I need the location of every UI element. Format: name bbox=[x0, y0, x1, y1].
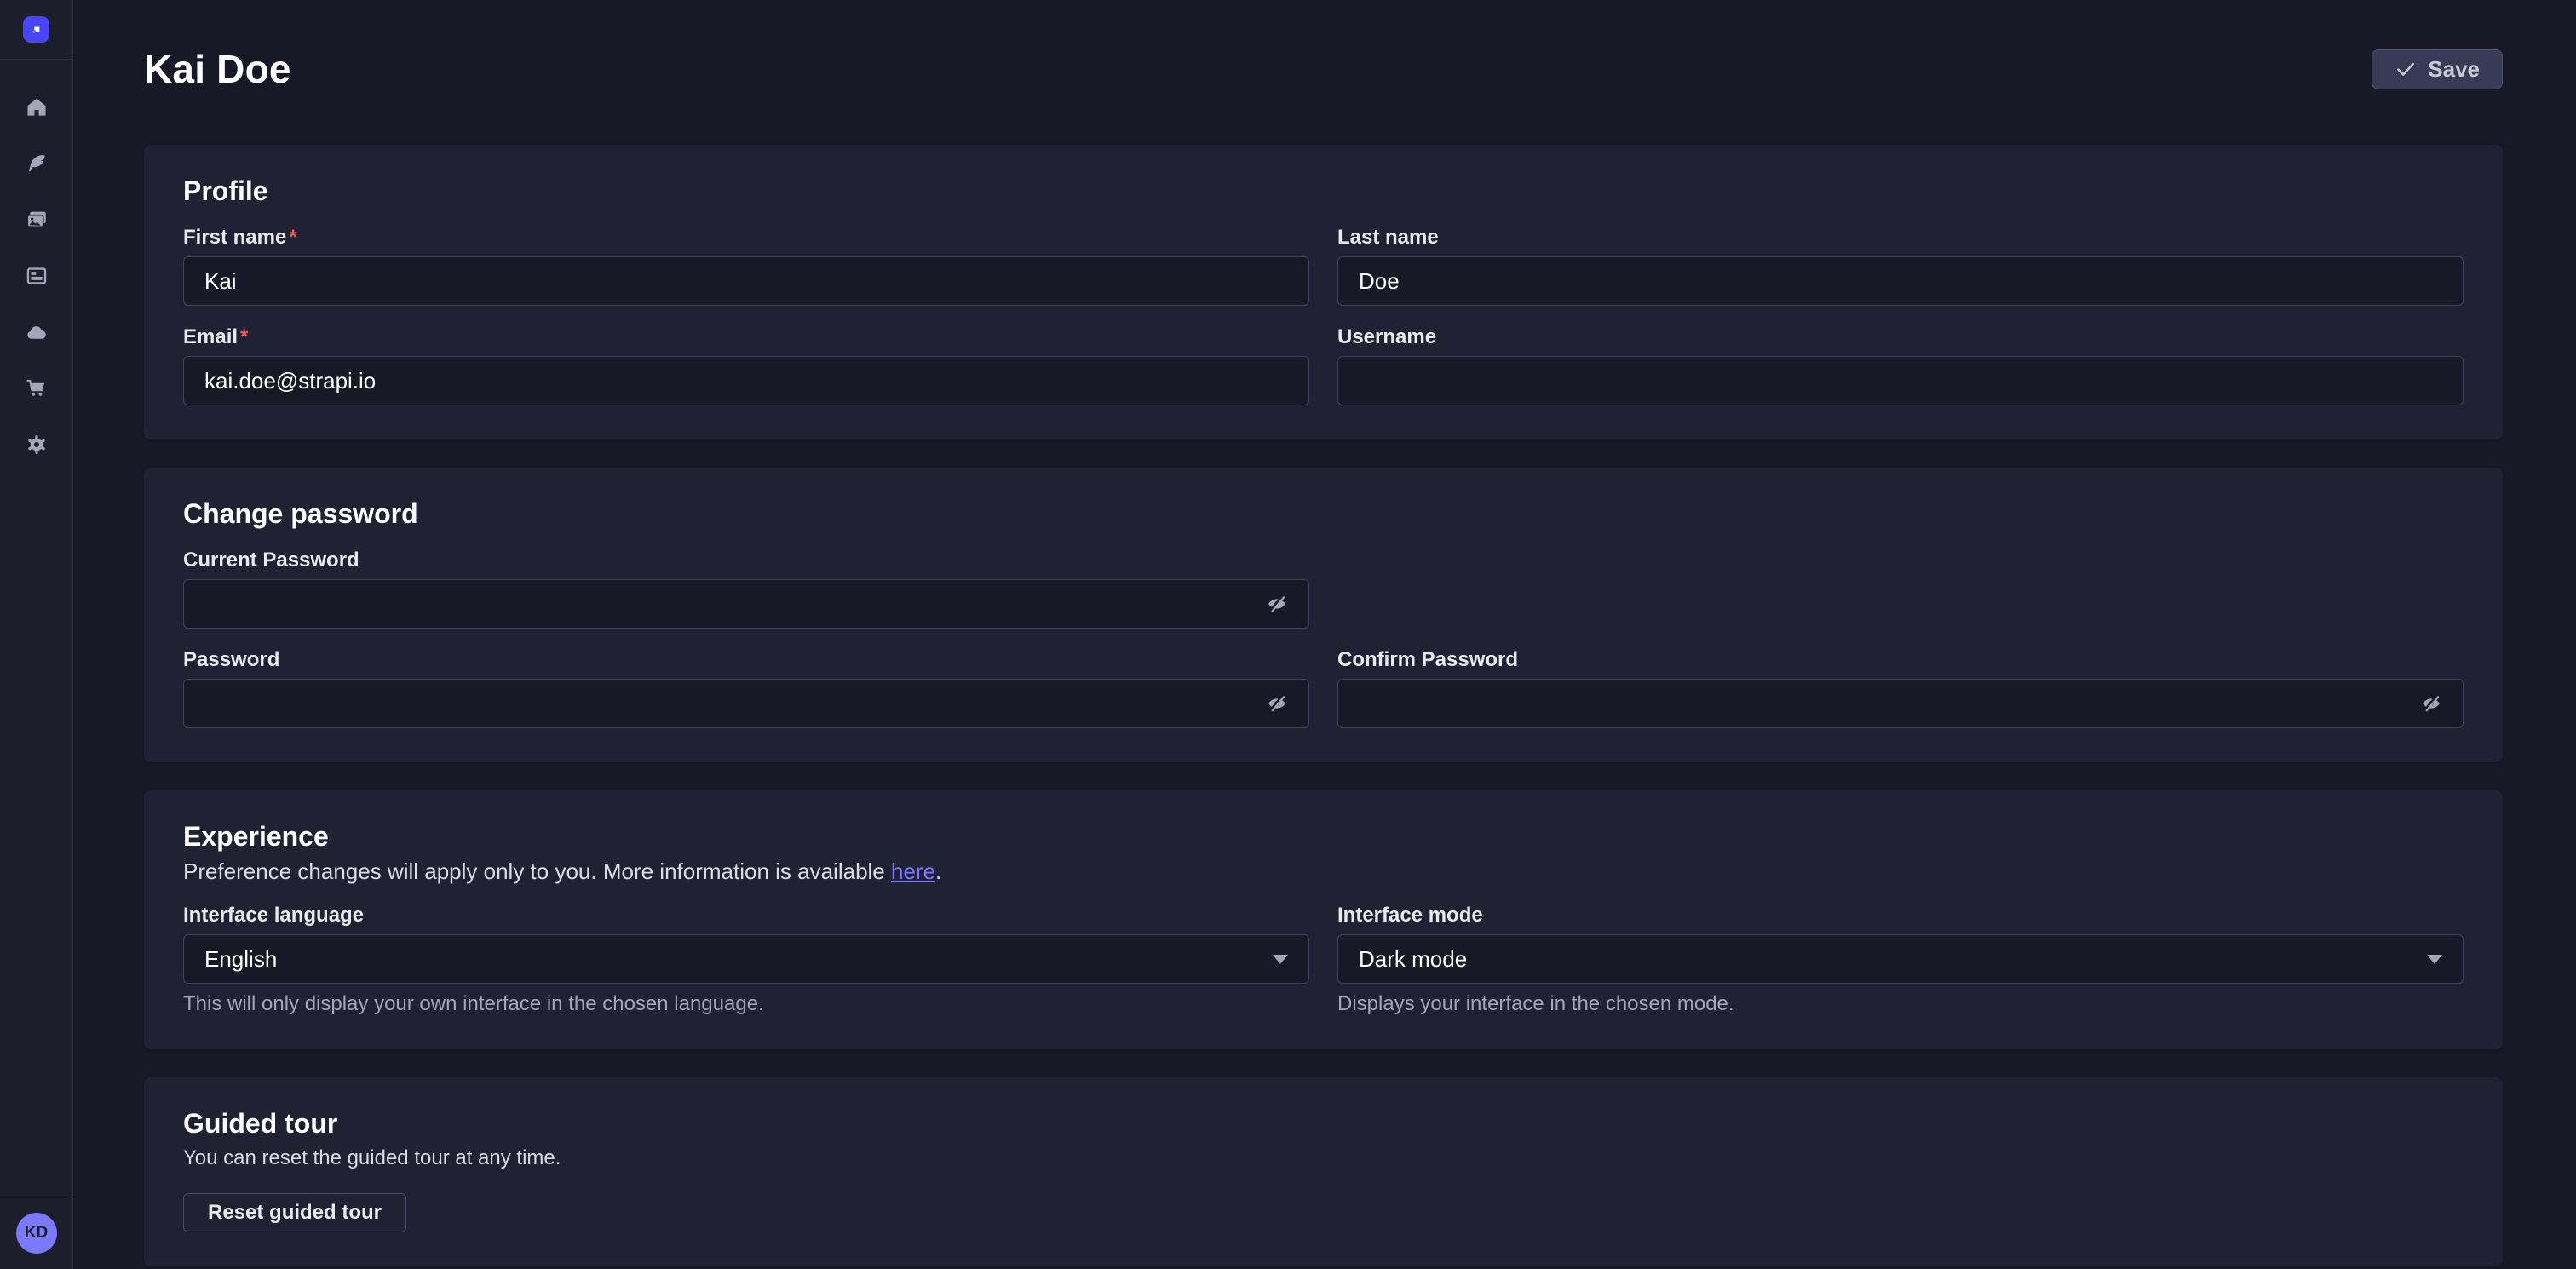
first-name-group: First name* bbox=[183, 227, 1309, 306]
interface-language-select[interactable]: English bbox=[183, 934, 1309, 984]
experience-description-suffix: . bbox=[935, 858, 941, 884]
sidebar-item-content-type-builder[interactable] bbox=[14, 254, 59, 298]
interface-language-group: Interface language English This will onl… bbox=[183, 904, 1309, 1015]
interface-mode-select[interactable]: Dark mode bbox=[1337, 934, 2464, 984]
sidebar-item-marketplace[interactable] bbox=[14, 366, 59, 411]
interface-mode-group: Interface mode Dark mode Displays your i… bbox=[1337, 904, 2464, 1015]
strapi-logo-icon bbox=[28, 21, 44, 37]
interface-mode-label: Interface mode bbox=[1337, 904, 2464, 927]
gear-icon bbox=[25, 433, 49, 456]
confirm-password-group: Confirm Password bbox=[1337, 649, 2464, 728]
page-title: Kai Doe bbox=[144, 46, 291, 92]
new-password-group: Password bbox=[183, 649, 1309, 728]
eye-slash-icon bbox=[1264, 692, 1290, 715]
experience-section-title: Experience bbox=[183, 821, 2464, 852]
sidebar-nav bbox=[0, 60, 72, 467]
new-password-wrap bbox=[183, 679, 1309, 728]
interface-mode-value: Dark mode bbox=[1359, 946, 1467, 973]
profile-grid: First name* Last name Email* Username bbox=[183, 227, 2464, 405]
guided-tour-section: Guided tour You can reset the guided tou… bbox=[144, 1077, 2503, 1266]
experience-description: Preference changes will apply only to yo… bbox=[183, 858, 2464, 884]
sidebar-item-media-library[interactable] bbox=[14, 198, 59, 242]
cloud-icon bbox=[25, 320, 49, 344]
user-avatar[interactable]: KD bbox=[16, 1213, 57, 1254]
last-name-label: Last name bbox=[1337, 227, 2464, 249]
last-name-input[interactable] bbox=[1337, 256, 2464, 306]
media-library-icon bbox=[25, 208, 49, 232]
new-password-input[interactable] bbox=[183, 679, 1309, 728]
reset-guided-tour-button[interactable]: Reset guided tour bbox=[183, 1193, 406, 1232]
check-icon bbox=[2395, 58, 2417, 80]
email-group: Email* bbox=[183, 326, 1309, 405]
sidebar-item-content-manager[interactable] bbox=[14, 141, 59, 186]
confirm-password-input[interactable] bbox=[1337, 679, 2464, 728]
toggle-confirm-password-visibility-button[interactable] bbox=[2414, 686, 2448, 721]
shopping-cart-icon bbox=[25, 376, 49, 400]
app-window: KD Kai Doe Save Profile First name* bbox=[0, 0, 2576, 1269]
experience-section: Experience Preference changes will apply… bbox=[144, 790, 2503, 1049]
home-icon bbox=[25, 95, 49, 119]
first-name-input[interactable] bbox=[183, 256, 1309, 306]
current-password-input[interactable] bbox=[183, 579, 1309, 629]
guided-tour-description: You can reset the guided tour at any tim… bbox=[183, 1146, 2464, 1171]
avatar-area: KD bbox=[0, 1197, 72, 1269]
experience-grid: Interface language English This will onl… bbox=[183, 904, 2464, 1015]
interface-language-value: English bbox=[204, 946, 277, 973]
email-input[interactable] bbox=[183, 356, 1309, 405]
email-label-text: Email bbox=[183, 325, 238, 348]
current-password-label: Current Password bbox=[183, 549, 1309, 571]
logo-area bbox=[0, 0, 72, 59]
required-mark: * bbox=[289, 226, 296, 249]
sidebar-item-settings[interactable] bbox=[14, 422, 59, 467]
more-information-link[interactable]: here bbox=[891, 858, 935, 884]
password-grid-spacer bbox=[1337, 549, 2464, 629]
profile-section: Profile First name* Last name Email* Use… bbox=[144, 145, 2503, 439]
change-password-section: Change password Current Password bbox=[144, 468, 2503, 762]
layout-icon bbox=[25, 264, 49, 288]
toggle-new-password-visibility-button[interactable] bbox=[1260, 686, 1294, 721]
current-password-group: Current Password bbox=[183, 549, 1309, 629]
chevron-down-icon bbox=[2427, 955, 2442, 964]
interface-mode-hint: Displays your interface in the chosen mo… bbox=[1337, 993, 2464, 1015]
username-input[interactable] bbox=[1337, 356, 2464, 405]
change-password-title: Change password bbox=[183, 498, 2464, 529]
username-group: Username bbox=[1337, 326, 2464, 405]
save-button-label: Save bbox=[2428, 56, 2480, 83]
save-button[interactable]: Save bbox=[2372, 49, 2503, 89]
first-name-label: First name* bbox=[183, 227, 1309, 249]
current-password-wrap bbox=[183, 579, 1309, 629]
eye-slash-icon bbox=[1264, 593, 1290, 615]
toggle-current-password-visibility-button[interactable] bbox=[1260, 587, 1294, 621]
guided-tour-title: Guided tour bbox=[183, 1108, 2464, 1139]
confirm-password-label: Confirm Password bbox=[1337, 649, 2464, 671]
sidebar-item-home[interactable] bbox=[14, 85, 59, 129]
eye-slash-icon bbox=[2418, 692, 2444, 715]
email-label: Email* bbox=[183, 326, 1309, 348]
strapi-logo[interactable] bbox=[23, 16, 49, 43]
interface-language-label: Interface language bbox=[183, 904, 1309, 927]
sidebar-bottom: KD bbox=[0, 1197, 72, 1269]
last-name-group: Last name bbox=[1337, 227, 2464, 306]
first-name-label-text: First name bbox=[183, 226, 286, 249]
experience-description-text: Preference changes will apply only to yo… bbox=[183, 858, 891, 884]
new-password-label: Password bbox=[183, 649, 1309, 671]
main-content: Kai Doe Save Profile First name* Last na… bbox=[73, 0, 2576, 1269]
sidebar-item-cloud[interactable] bbox=[14, 310, 59, 354]
feather-icon bbox=[25, 152, 49, 175]
interface-language-hint: This will only display your own interfac… bbox=[183, 993, 1309, 1015]
username-label: Username bbox=[1337, 326, 2464, 348]
sidebar: KD bbox=[0, 0, 73, 1269]
profile-section-title: Profile bbox=[183, 175, 2464, 206]
confirm-password-wrap bbox=[1337, 679, 2464, 728]
password-grid: Current Password bbox=[183, 549, 2464, 728]
chevron-down-icon bbox=[1273, 955, 1288, 964]
required-mark: * bbox=[240, 325, 248, 348]
page-header: Kai Doe Save bbox=[144, 46, 2503, 92]
